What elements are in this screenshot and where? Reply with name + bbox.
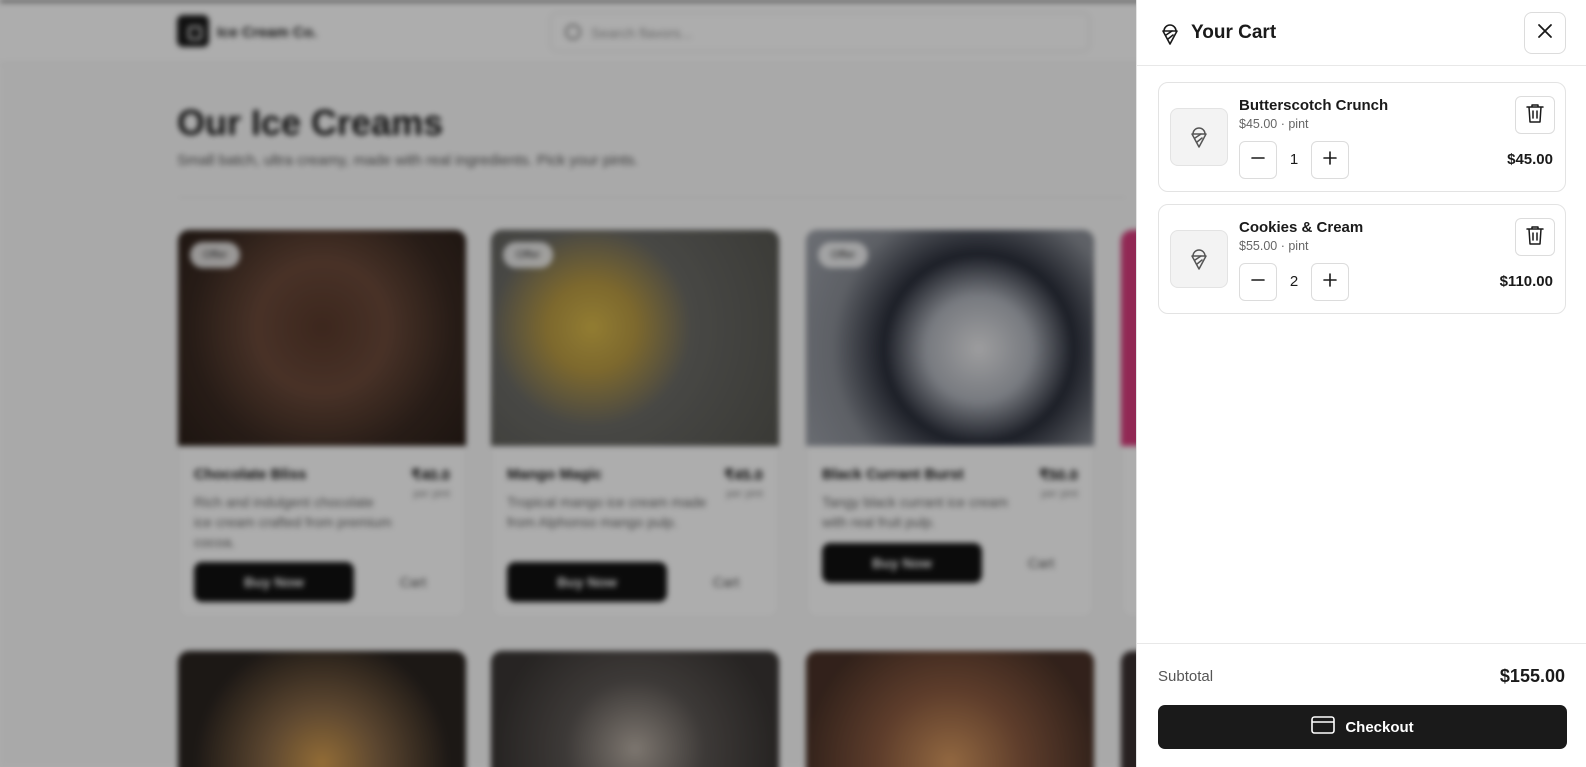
remove-item-button[interactable] [1515,96,1555,134]
decrease-quantity-button[interactable] [1239,141,1277,179]
close-icon [1536,22,1554,45]
cart-item-unit-price: $55.00 · pint [1239,239,1309,253]
subtotal-value: $155.00 [1499,666,1565,686]
remove-item-button[interactable] [1515,218,1555,256]
cart-item-name: Cookies & Cream [1239,219,1364,236]
increase-quantity-button[interactable] [1311,141,1349,179]
cart-drawer: Your Cart Butterscotch Crunch $45.00 · p… [1136,0,1586,767]
close-button[interactable] [1524,12,1566,54]
checkout-label: Checkout [1345,718,1414,736]
subtotal-label: Subtotal [1158,668,1214,685]
cart-item-quantity: 1 [1289,151,1299,168]
plus-icon [1322,272,1338,293]
cart-item: Cookies & Cream $55.00 · pint 2 $110.00 [1158,204,1566,314]
cart-item-name: Butterscotch Crunch [1239,97,1389,114]
checkout-button[interactable]: Checkout [1158,705,1567,749]
ice-cream-icon [1170,108,1228,166]
ice-cream-icon [1170,230,1228,288]
cart-footer: Subtotal $155.00 Checkout [1137,643,1586,767]
plus-icon [1322,150,1338,171]
ice-cream-icon [1159,22,1181,46]
credit-card-icon [1311,716,1336,738]
cart-item: Butterscotch Crunch $45.00 · pint 1 $45.… [1158,82,1566,192]
increase-quantity-button[interactable] [1311,263,1349,301]
cart-item-total: $45.00 [1507,151,1553,168]
cart-item-total: $110.00 [1499,273,1553,290]
minus-icon [1250,272,1266,293]
trash-icon [1526,103,1544,128]
cart-header: Your Cart [1137,0,1586,66]
decrease-quantity-button[interactable] [1239,263,1277,301]
cart-item-unit-price: $45.00 · pint [1239,117,1309,131]
cart-title: Your Cart [1191,22,1277,43]
trash-icon [1526,225,1544,250]
minus-icon [1250,150,1266,171]
cart-item-quantity: 2 [1289,273,1299,290]
